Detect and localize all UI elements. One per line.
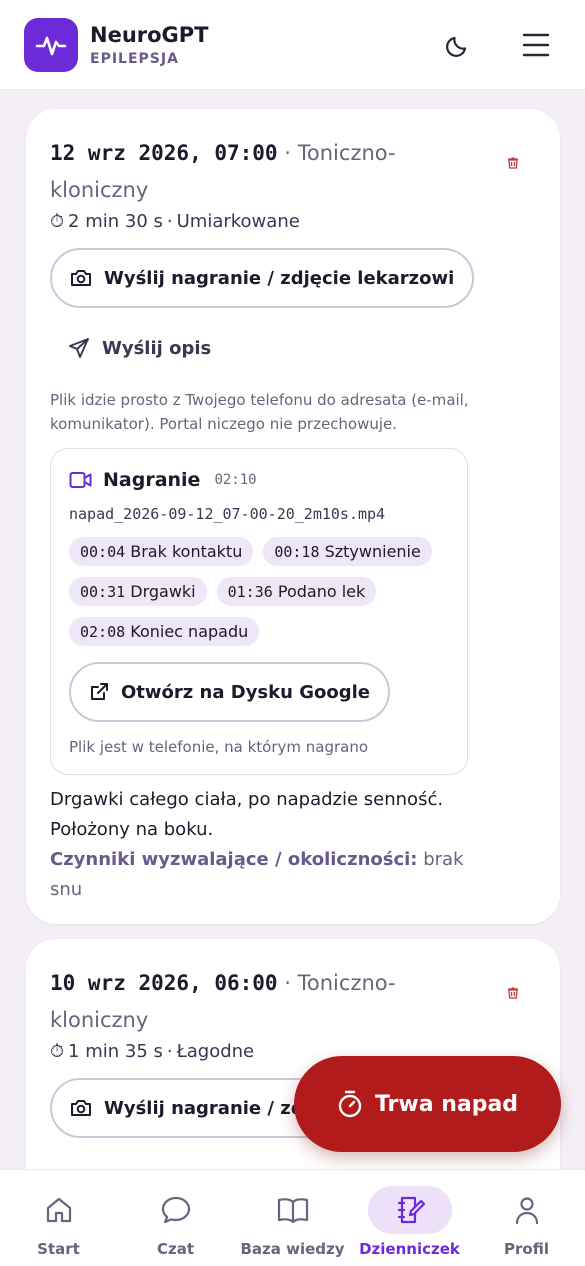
menu-icon[interactable] — [519, 28, 553, 62]
send-description-button[interactable]: Wyślij opis — [50, 320, 229, 376]
chat-icon — [134, 1186, 218, 1234]
marker-label: Sztywnienie — [324, 542, 421, 561]
nav-item-knowledge-base[interactable]: Baza wiedzy — [238, 1186, 348, 1258]
active-seizure-label: Trwa napad — [374, 1091, 519, 1117]
marker-tag[interactable]: 00:04 Brak kontaktu — [69, 537, 254, 566]
app-subtitle: EPILEPSJA — [90, 50, 179, 67]
marker-tag[interactable]: 00:31 Drgawki — [69, 577, 207, 606]
entry-title: 10 wrz 2026, 06:00 · Toniczno-kloniczny — [50, 965, 450, 1039]
marker-label: Drgawki — [130, 582, 196, 601]
entry-severity: Umiarkowane — [176, 211, 300, 232]
book-icon — [251, 1186, 335, 1234]
moon-icon[interactable] — [441, 28, 475, 62]
notebook-icon — [367, 1186, 452, 1234]
recording-markers: 00:04 Brak kontaktu 00:18 Sztywnienie 00… — [69, 537, 449, 646]
app-name: NeuroGPT — [90, 22, 209, 47]
marker-tag[interactable]: 02:08 Koniec napadu — [69, 617, 260, 646]
nav-item-chat[interactable]: Czat — [121, 1186, 231, 1258]
delete-entry-button[interactable] — [506, 155, 520, 174]
nav-label: Dzienniczek — [359, 1240, 460, 1258]
entry-date: 10 wrz 2026, 06:00 — [50, 971, 278, 995]
entry-date: 12 wrz 2026, 07:00 — [50, 141, 278, 165]
home-icon — [17, 1186, 101, 1234]
entry-duration: 1 min 35 s — [68, 1041, 163, 1062]
bottom-nav: Start Czat Baza wiedzy Dzienniczek Profi… — [0, 1169, 585, 1266]
open-drive-label: Otwórz na Dysku Google — [121, 681, 370, 703]
brand: NeuroGPT EPILEPSJA — [90, 23, 209, 67]
active-seizure-button[interactable]: Trwa napad — [294, 1056, 561, 1152]
marker-time: 00:04 — [80, 543, 126, 561]
timer-icon — [338, 1090, 362, 1118]
marker-label: Koniec napadu — [130, 622, 249, 641]
trash-icon — [508, 157, 518, 169]
marker-time: 01:36 — [227, 583, 273, 601]
recording-location-note: Plik jest w telefonie, na którym nagrano — [69, 738, 369, 756]
marker-time: 00:18 — [274, 543, 320, 561]
marker-time: 00:31 — [80, 583, 126, 601]
pulse-logo-icon[interactable] — [24, 17, 78, 72]
nav-label: Baza wiedzy — [240, 1240, 345, 1258]
recording-length: 02:10 — [214, 472, 257, 488]
external-link-icon — [91, 683, 108, 700]
stopwatch-icon: ⏱ — [50, 211, 65, 232]
marker-tag[interactable]: 00:18 Sztywnienie — [263, 537, 432, 566]
title-separator: · — [284, 141, 291, 165]
app-root: NeuroGPT EPILEPSJA 12 wrz 2026, 07:00 · … — [0, 0, 585, 1266]
marker-label: Brak kontaktu — [130, 542, 243, 561]
header-actions — [441, 28, 561, 62]
marker-label: Podano lek — [277, 582, 366, 601]
delete-entry-button[interactable] — [506, 985, 520, 1004]
send-description-label: Wyślij opis — [102, 337, 212, 359]
marker-time: 02:08 — [80, 623, 126, 641]
nav-label: Czat — [156, 1240, 195, 1258]
send-media-label: Wyślij nagranie / zdjęcie lekarzowi — [104, 267, 455, 289]
description-text: Drgawki całego ciała, po napadzie sennoś… — [50, 789, 444, 840]
meta-separator: · — [166, 211, 173, 232]
privacy-note: Plik idzie prosto z Twojego telefonu do … — [50, 391, 469, 433]
nav-item-journal[interactable]: Dzienniczek — [355, 1186, 465, 1258]
entry-severity: Łagodne — [176, 1041, 255, 1062]
title-separator: · — [284, 971, 291, 995]
video-icon — [69, 472, 92, 488]
nav-item-profile[interactable]: Profil — [472, 1186, 582, 1258]
trash-icon — [508, 987, 518, 999]
nav-item-start[interactable]: Start — [4, 1186, 114, 1258]
user-icon — [485, 1186, 569, 1234]
entry-duration: 2 min 30 s — [68, 211, 163, 232]
open-drive-button[interactable]: Otwórz na Dysku Google — [69, 662, 390, 722]
send-media-button[interactable]: Wyślij nagranie / zdjęcie lekarzowi — [50, 248, 475, 308]
entry-meta: ⏱ 2 min 30 s · Umiarkowane — [50, 211, 536, 232]
triggers-label: Czynniki wyzwalające / okoliczności: — [50, 849, 418, 870]
recording-filename: napad_2026-09-12_07-00-20_2m10s.mp4 — [69, 505, 386, 523]
camera-icon — [71, 270, 91, 286]
recording-box: Nagranie 02:10 napad_2026-09-12_07-00-20… — [50, 448, 468, 775]
seizure-entry-card: 12 wrz 2026, 07:00 · Toniczno-kloniczny … — [26, 109, 560, 924]
nav-label: Profil — [504, 1240, 549, 1258]
app-header: NeuroGPT EPILEPSJA — [0, 0, 585, 90]
recording-header: Nagranie 02:10 — [69, 469, 449, 491]
entry-title: 12 wrz 2026, 07:00 · Toniczno-kloniczny — [50, 135, 450, 209]
send-icon — [69, 338, 89, 358]
camera-icon — [71, 1100, 91, 1116]
nav-label: Start — [37, 1240, 80, 1258]
stopwatch-icon: ⏱ — [50, 1041, 65, 1062]
recording-title: Nagranie — [103, 469, 201, 491]
marker-tag[interactable]: 01:36 Podano lek — [216, 577, 377, 606]
journal-list[interactable]: 12 wrz 2026, 07:00 · Toniczno-kloniczny … — [0, 91, 585, 1169]
entry-description: Drgawki całego ciała, po napadzie sennoś… — [50, 785, 480, 905]
meta-separator: · — [166, 1041, 173, 1062]
